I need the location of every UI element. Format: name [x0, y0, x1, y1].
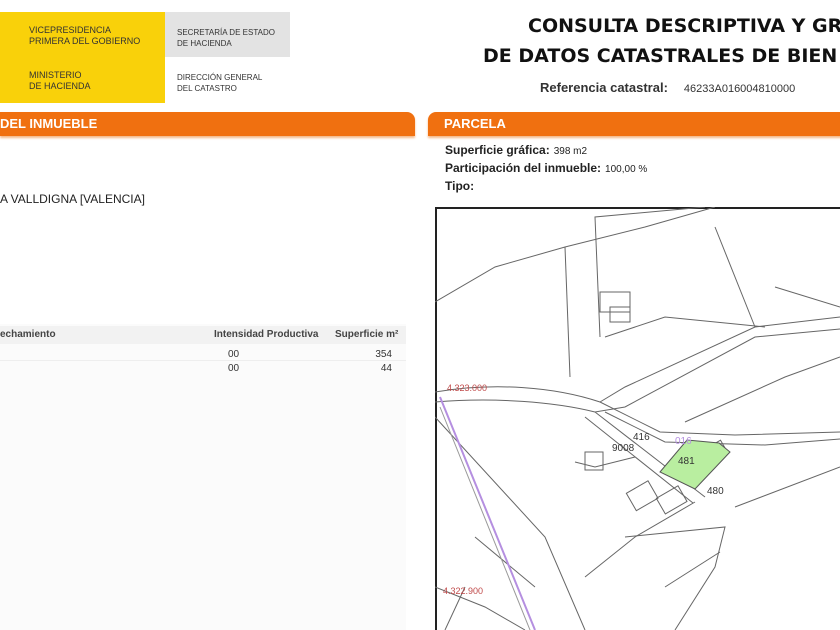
section-header-parcela: PARCELA — [428, 112, 840, 136]
parcel-label: 480 — [707, 486, 724, 497]
superficie-grafica: Superficie gráfica: 398 m2 — [445, 143, 588, 157]
cell: 44 — [380, 363, 392, 374]
section-header-inmueble: DEL INMUEBLE — [0, 112, 415, 136]
participacion: Participación del inmueble: 100,00 % — [445, 161, 648, 175]
cell: 00 — [228, 363, 240, 374]
page-title: CONSULTA DESCRIPTIVA Y GR — [528, 15, 840, 37]
cell: 354 — [375, 349, 392, 360]
parcel-label: 416 — [633, 432, 650, 443]
column-header: Superficie m² — [335, 329, 399, 340]
parcel-label: 9008 — [612, 443, 635, 454]
column-header: Intensidad Productiva — [214, 329, 319, 340]
table-row: 00 354 00 44 — [0, 346, 406, 376]
parcel-label: 016 — [675, 436, 692, 447]
logo-text: SECRETARÍA DE ESTADO DE HACIENDA — [177, 28, 275, 48]
logo-text: DIRECCIÓN GENERAL DEL CATASTRO — [177, 73, 263, 93]
parcel-map: 4.323.000 4.322.900 416 9008 016 481 480 — [435, 207, 840, 630]
logo-text: VICEPRESIDENCIA PRIMERA DEL GOBIERNO — [29, 25, 141, 46]
ref-catastral: Referencia catastral: 46233A016004810000 — [540, 80, 796, 95]
cell: 00 — [228, 349, 240, 360]
divider — [0, 360, 406, 361]
column-header: echamiento — [0, 329, 56, 340]
page-title: DE DATOS CATASTRALES DE BIEN — [483, 45, 838, 67]
tipo: Tipo: — [445, 179, 475, 193]
map-coordinate: 4.323.000 — [447, 383, 487, 393]
parcel-label: 481 — [678, 456, 695, 467]
map-coordinate: 4.322.900 — [443, 586, 483, 596]
logo-text: MINISTERIO DE HACIENDA — [29, 70, 91, 91]
location: A VALLDIGNA [VALENCIA] — [0, 192, 145, 206]
